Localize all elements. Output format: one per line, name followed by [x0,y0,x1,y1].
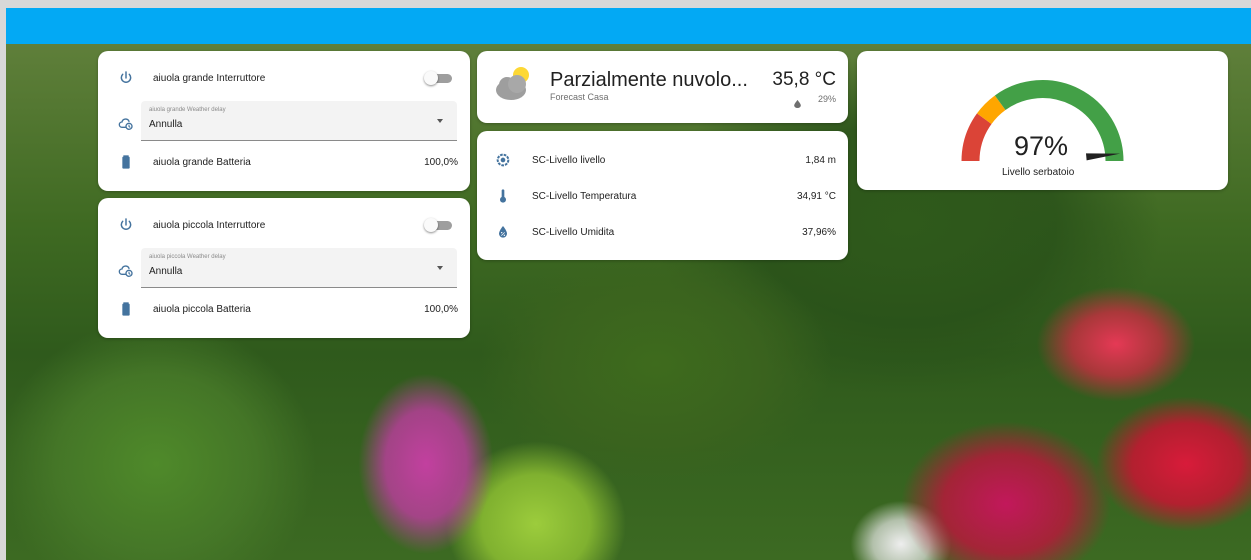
water-drop-icon [794,95,801,108]
switch-label: aiuola grande Interruttore [153,73,266,84]
card-aiuola-piccola: aiuola piccola Interruttore aiuola picco… [98,198,470,338]
weather-source: Forecast Casa [550,92,609,102]
sensor-value: 1,84 m [805,155,836,166]
chevron-down-icon [437,119,443,123]
weather-card[interactable]: Parzialmente nuvolo... Forecast Casa 35,… [477,51,848,123]
dashboard: aiuola grande Interruttore aiuola grande… [6,8,1251,560]
weather-condition: Parzialmente nuvolo... [550,69,748,91]
weather-humidity: 29% [817,94,836,104]
gauge-card[interactable]: 97% Livello serbatoio [857,51,1228,190]
select-label: aiuola piccola Weather delay [149,254,226,260]
gauge-segment-yellow [976,95,1006,125]
switch-label: aiuola piccola Interruttore [153,220,266,231]
weather-delay-select[interactable]: aiuola piccola Weather delay Annulla [141,248,457,288]
top-app-bar [6,8,1251,44]
partly-cloudy-icon [496,67,529,100]
battery-value: 100,0% [424,304,458,315]
thermometer-icon [500,189,506,203]
sensor-value: 37,96% [802,227,836,238]
sensor-label: SC-Livello Temperatura [532,191,637,202]
gauge-icon [496,153,510,167]
battery-value: 100,0% [424,157,458,168]
power-icon [120,71,132,83]
cloud-clock-icon [118,265,133,277]
switch-toggle[interactable] [424,71,454,85]
switch-toggle[interactable] [424,218,454,232]
select-label: aiuola grande Weather delay [149,107,226,113]
select-value: Annulla [149,119,183,130]
gauge-label: Livello serbatoio [1002,167,1075,178]
sensor-value: 34,91 °C [796,191,836,202]
power-icon [120,218,132,230]
battery-icon [122,302,130,316]
cloud-clock-icon [118,118,133,130]
battery-label: aiuola piccola Batteria [153,304,251,315]
sensors-card: SC-Livello livello 1,84 m SC-Livello Tem… [477,131,848,260]
battery-label: aiuola grande Batteria [153,157,251,168]
select-value: Annulla [149,266,183,277]
sensor-label: SC-Livello Umidita [532,227,615,238]
gauge-value: 97% [1014,131,1069,161]
battery-icon [122,155,130,169]
weather-temperature: 35,8 °C [772,69,836,90]
weather-delay-select[interactable]: aiuola grande Weather delay Annulla [141,101,457,141]
gauge-segment-red [961,113,992,162]
card-aiuola-grande: aiuola grande Interruttore aiuola grande… [98,51,470,191]
chevron-down-icon [437,266,443,270]
sensor-label: SC-Livello livello [532,155,606,166]
water-percent-icon [499,226,507,238]
